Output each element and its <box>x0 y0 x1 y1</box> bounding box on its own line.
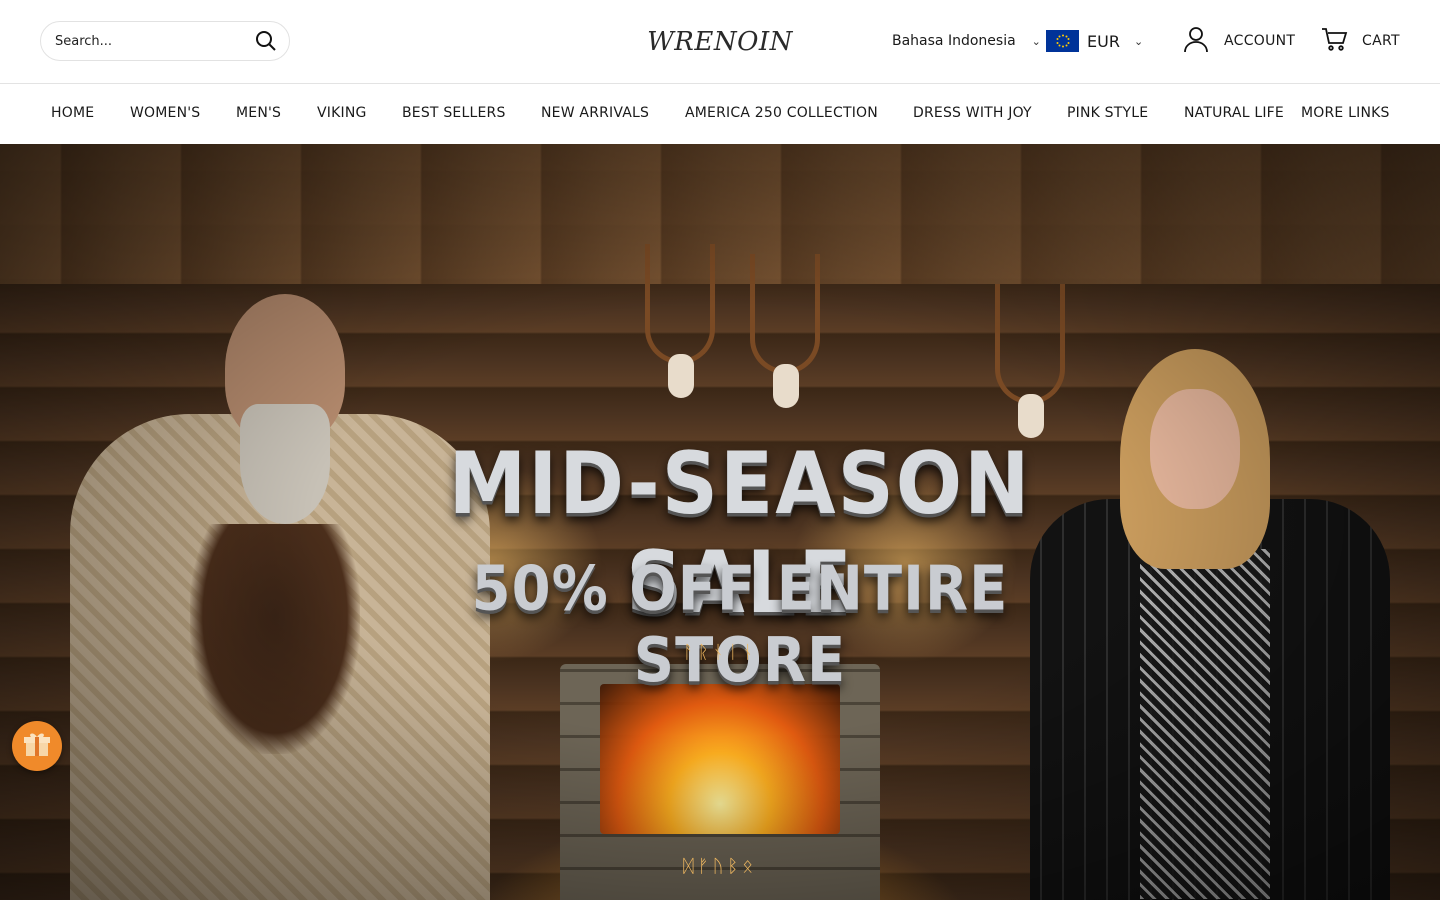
search-icon[interactable] <box>253 28 279 54</box>
nav-item-natural-life[interactable]: NATURAL LIFE <box>1184 105 1284 121</box>
gift-icon <box>22 729 52 763</box>
site-header: WRENOIN Bahasa Indonesia ⌄ EUR ⌄ ACCOUNT… <box>0 0 1440 84</box>
cart-label: CART <box>1362 33 1400 49</box>
site-logo[interactable]: WRENOIN <box>620 22 820 62</box>
account-label: ACCOUNT <box>1224 33 1296 49</box>
gift-button[interactable] <box>12 721 62 771</box>
nav-item-america-250-collection[interactable]: AMERICA 250 COLLECTION <box>685 105 878 121</box>
logo-text: WRENOIN <box>647 27 793 57</box>
language-label: Bahasa Indonesia <box>892 33 1016 49</box>
account-link[interactable]: ACCOUNT <box>1182 24 1295 58</box>
nav-item-pink-style[interactable]: PINK STYLE <box>1067 105 1148 121</box>
nav-item-dress-with-joy[interactable]: DRESS WITH JOY <box>913 105 1032 121</box>
nav-item-home[interactable]: HOME <box>51 105 94 121</box>
search-bar[interactable] <box>40 21 290 61</box>
nav-item-womens[interactable]: WOMEN'S <box>130 105 200 121</box>
hero-subtitle: 50% OFF ENTIRE STORE <box>471 553 1009 697</box>
nav-item-viking[interactable]: VIKING <box>317 105 367 121</box>
language-selector[interactable]: Bahasa Indonesia ⌄ <box>892 29 1041 53</box>
nav-item-more-links[interactable]: MORE LINKS <box>1301 105 1390 121</box>
cart-link[interactable]: CART <box>1320 24 1400 58</box>
cart-icon <box>1320 25 1348 57</box>
currency-code: EUR <box>1087 31 1120 51</box>
nav-item-mens[interactable]: MEN'S <box>236 105 281 121</box>
search-input[interactable] <box>55 33 253 49</box>
rune-text-top: ᚨᚱᚾᛁᚾ <box>683 642 757 663</box>
currency-selector[interactable]: EUR ⌄ <box>1046 29 1143 53</box>
eu-flag-icon <box>1046 30 1079 52</box>
hero-banner[interactable]: MID-SEASON SALE 50% OFF ENTIRE STORE ᚨᚱᚾ… <box>0 144 1440 900</box>
user-icon <box>1182 25 1210 57</box>
main-nav: HOME WOMEN'S MEN'S VIKING BEST SELLERS N… <box>0 84 1440 144</box>
rune-text-bottom: ᛞᚠᚢᛒᛟ <box>683 856 757 877</box>
nav-item-new-arrivals[interactable]: NEW ARRIVALS <box>541 105 649 121</box>
chevron-down-icon: ⌄ <box>1031 34 1041 48</box>
chevron-down-icon: ⌄ <box>1133 34 1144 48</box>
nav-item-best-sellers[interactable]: BEST SELLERS <box>402 105 506 121</box>
